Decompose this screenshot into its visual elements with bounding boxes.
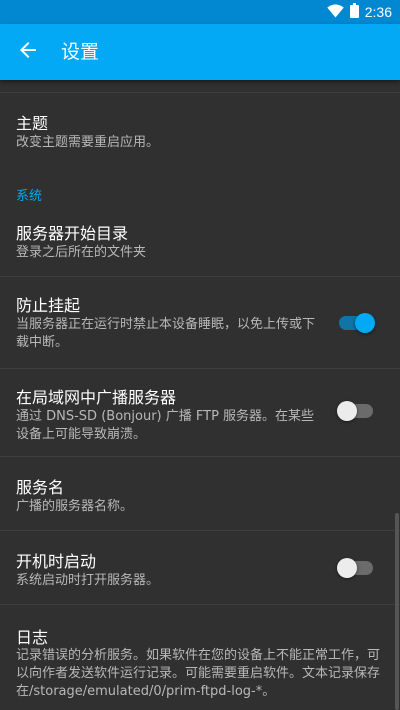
pref-start-dir-summary: 登录之后所在的文件夹 <box>16 245 147 260</box>
pref-server-name-title: 服务名 <box>16 478 65 497</box>
back-button[interactable] <box>8 32 48 72</box>
pref-wakelock[interactable]: 防止挂起 当服务器正在运行时禁止本设备睡眠，以免上传或下载中断。 <box>0 277 400 368</box>
pref-logs-summary: 记录错误的分析服务。如果软件在您的设备上不能正常工作，可以向作者发送软件运行记录… <box>16 648 381 699</box>
announce-toggle[interactable] <box>337 401 373 421</box>
app-bar: 设置 <box>0 24 400 80</box>
scrollbar[interactable] <box>395 513 399 710</box>
pref-server-name-summary: 广播的服务器名称。 <box>16 499 134 514</box>
pref-theme[interactable]: 主题 改变主题需要重启应用。 <box>0 93 400 170</box>
settings-list[interactable]: 主题 改变主题需要重启应用。 系统 服务器开始目录 登录之后所在的文件夹 防止挂… <box>0 80 400 710</box>
category-system: 系统 <box>16 189 43 204</box>
pref-theme-summary: 改变主题需要重启应用。 <box>16 135 160 150</box>
pref-logs-title: 日志 <box>16 628 49 647</box>
pref-start-dir[interactable]: 服务器开始目录 登录之后所在的文件夹 <box>0 207 400 276</box>
pref-logs[interactable]: 日志 记录错误的分析服务。如果软件在您的设备上不能正常工作，可以向作者发送软件运… <box>0 605 400 710</box>
arrow-back-icon <box>19 41 37 63</box>
pref-boot-start[interactable]: 开机时启动 系统启动时打开服务器。 <box>0 531 400 604</box>
pref-start-dir-title: 服务器开始目录 <box>16 224 129 243</box>
wakelock-toggle[interactable] <box>339 313 375 333</box>
page-title: 设置 <box>61 41 100 63</box>
status-time: 2:36 <box>364 4 392 20</box>
pref-server-name[interactable]: 服务名 广播的服务器名称。 <box>0 457 400 530</box>
pref-announce-title: 在局域网中广播服务器 <box>16 388 177 407</box>
wifi-icon <box>327 3 344 22</box>
toggle-thumb <box>337 558 357 578</box>
pref-theme-title: 主题 <box>16 114 49 133</box>
boot-start-toggle[interactable] <box>337 558 373 578</box>
status-bar: 2:36 <box>0 0 400 24</box>
battery-icon <box>349 2 359 22</box>
toggle-thumb <box>337 401 357 421</box>
pref-announce[interactable]: 在局域网中广播服务器 通过 DNS-SD (Bonjour) 广播 FTP 服务… <box>0 369 400 456</box>
toggle-thumb <box>355 313 375 333</box>
pref-boot-start-title: 开机时启动 <box>16 552 97 571</box>
pref-announce-summary: 通过 DNS-SD (Bonjour) 广播 FTP 服务器。在某些设备上可能导… <box>16 409 315 442</box>
pref-boot-start-summary: 系统启动时打开服务器。 <box>16 573 160 588</box>
pref-wakelock-summary: 当服务器正在运行时禁止本设备睡眠，以免上传或下载中断。 <box>16 317 316 350</box>
status-icons: 2:36 <box>327 0 392 24</box>
pref-wakelock-title: 防止挂起 <box>16 296 81 315</box>
